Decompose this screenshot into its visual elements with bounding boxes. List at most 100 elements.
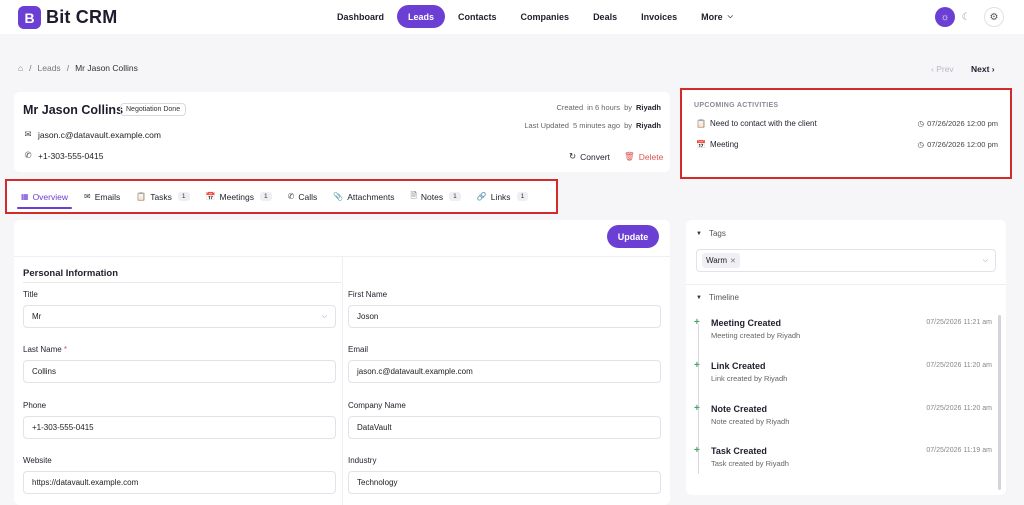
app-name: Bit CRM [46, 7, 118, 27]
tab-label: Links [490, 191, 511, 202]
tab-label: Meetings [219, 191, 255, 202]
website-label: Website [23, 456, 52, 465]
activity-item[interactable]: 📅 Meeting ◷ 07/26/2026 12:00 pm [696, 140, 998, 149]
nav-contacts[interactable]: Contacts [447, 5, 508, 28]
timeline-item-time: 07/25/2026 11:21 am [926, 319, 992, 326]
delete-button[interactable]: 🗑 Delete [624, 151, 663, 162]
title-select[interactable]: Mr ⌵ [23, 305, 336, 328]
nav-deals[interactable]: Deals [582, 5, 628, 28]
nav-companies[interactable]: Companies [510, 5, 581, 28]
chevron-down-icon: ⌵ [321, 312, 327, 320]
timeline-scrollbar[interactable] [998, 315, 1001, 490]
activity-time: ◷ 07/26/2026 12:00 pm [918, 119, 998, 128]
tab-label: Overview [32, 191, 68, 202]
lead-email[interactable]: jason.c@datavault.example.com [38, 130, 161, 140]
upcoming-title: UPCOMING ACTIVITIES [694, 102, 779, 109]
side-panel: ▼ Tags Warm ✕ ⌵ ▼ Timeline + Meeting Cre… [686, 220, 1006, 495]
first-name-input[interactable]: Joson [348, 305, 661, 328]
app-logo[interactable]: B Bit CRM [18, 6, 117, 29]
nav-more-label: More [701, 11, 723, 22]
chevron-down-icon: ⌵ [982, 256, 988, 264]
updated-meta: Last Updated 5 minutes ago by Riyadh [524, 121, 661, 130]
company-label: Company Name [348, 401, 406, 410]
lead-phone-line: ✆ +1-303-555-0415 [23, 150, 103, 161]
clock-icon: ◷ [917, 140, 925, 149]
email-input[interactable]: jason.c@datavault.example.com [348, 360, 661, 383]
last-name-label-text: Last Name [23, 345, 62, 354]
tab-notes[interactable]: 🗎 Notes 1 [402, 181, 468, 212]
divider [342, 257, 343, 505]
website-input[interactable]: https://datavault.example.com [23, 471, 336, 494]
company-input[interactable]: DataVault [348, 416, 661, 439]
timeline-item-time: 07/25/2026 11:19 am [926, 447, 992, 454]
chevron-down-icon: ⌵ [727, 12, 733, 20]
close-icon[interactable]: ✕ [730, 257, 736, 265]
last-name-label: Last Name * [23, 345, 67, 354]
nav-invoices[interactable]: Invoices [630, 5, 688, 28]
created-meta: Created in 6 hours by Riyadh [556, 103, 661, 112]
tab-label: Calls [298, 191, 318, 202]
tab-count: 1 [516, 192, 529, 201]
created-label: Created [556, 103, 584, 112]
plus-icon: + [694, 445, 700, 456]
prev-label: Prev [936, 64, 954, 74]
tag-chip: Warm ✕ [702, 253, 740, 268]
tab-emails[interactable]: ✉ Emails [76, 181, 128, 212]
tab-links[interactable]: 🔗 Links 1 [469, 181, 536, 212]
last-name-input[interactable]: Collins [23, 360, 336, 383]
timeline-header[interactable]: ▼ Timeline [696, 293, 739, 302]
top-navbar: B Bit CRM Dashboard Leads Contacts Compa… [0, 0, 1024, 34]
timeline-item-time: 07/25/2026 11:20 am [926, 362, 992, 369]
clock-icon: ◷ [917, 119, 925, 128]
calendar-icon: 📅 [696, 140, 706, 149]
plus-icon: + [694, 403, 700, 414]
delete-label: Delete [638, 151, 664, 162]
tab-meetings[interactable]: 📅 Meetings 1 [198, 181, 280, 212]
refresh-icon: ↻ [569, 151, 577, 161]
activity-time: ◷ 07/26/2026 12:00 pm [918, 140, 998, 149]
next-label: Next [971, 64, 990, 74]
tab-label: Tasks [150, 191, 172, 202]
breadcrumb-current: Mr Jason Collins [75, 63, 138, 73]
nav-dashboard[interactable]: Dashboard [326, 5, 395, 28]
home-icon[interactable]: ⌂ [18, 63, 23, 73]
trash-icon: 🗑 [624, 151, 635, 161]
dark-mode-button[interactable]: ☾ [956, 7, 976, 27]
tab-attachments[interactable]: 📎 Attachments [325, 181, 402, 212]
convert-button[interactable]: ↻ Convert [569, 151, 610, 162]
lead-phone[interactable]: +1-303-555-0415 [38, 151, 103, 161]
timeline-title: Timeline [708, 293, 739, 302]
breadcrumb: ⌂ / Leads / Mr Jason Collins [18, 63, 138, 73]
mail-icon: ✉ [84, 192, 91, 201]
caret-down-icon: ▼ [696, 230, 702, 237]
timeline-item-desc: Meeting created by Riyadh [711, 331, 801, 340]
updated-label: Last Updated [524, 121, 569, 130]
update-button[interactable]: Update [607, 225, 659, 248]
nav-leads[interactable]: Leads [397, 5, 446, 28]
tab-count: 1 [260, 192, 272, 201]
tab-calls[interactable]: ✆ Calls [280, 181, 326, 212]
next-button[interactable]: Next › [971, 64, 995, 74]
main-nav: Dashboard Leads Contacts Companies Deals… [326, 5, 746, 28]
timeline-item-desc: Note created by Riyadh [711, 417, 790, 426]
industry-input[interactable]: Technology [348, 471, 661, 494]
stage-badge: Negotiation Done [120, 103, 187, 116]
tags-title: Tags [708, 229, 726, 238]
activity-item[interactable]: 📋 Need to contact with the client ◷ 07/26… [696, 119, 998, 128]
detail-tabs: ▦ Overview ✉ Emails 📋 Tasks 1 📅 Meetings… [5, 179, 558, 214]
tags-header[interactable]: ▼ Tags [696, 229, 726, 238]
settings-button[interactable]: ⚙ [984, 7, 1004, 27]
breadcrumb-leads[interactable]: Leads [38, 63, 61, 73]
tab-tasks[interactable]: 📋 Tasks 1 [128, 181, 197, 212]
lead-form-card: Update Personal Information Title Mr ⌵ F… [14, 220, 670, 505]
breadcrumb-separator: / [29, 63, 32, 73]
tab-overview[interactable]: ▦ Overview [13, 181, 76, 212]
nav-more[interactable]: More ⌵ [690, 5, 744, 28]
prev-button[interactable]: ‹ Prev [931, 64, 954, 74]
light-mode-button[interactable]: ☼ [935, 7, 955, 27]
sun-icon: ☼ [940, 11, 950, 23]
tags-select[interactable]: Warm ✕ ⌵ [696, 249, 996, 272]
phone-input[interactable]: +1-303-555-0415 [23, 416, 336, 439]
calendar-icon: 📅 [205, 192, 216, 201]
created-by: Riyadh [635, 103, 661, 112]
